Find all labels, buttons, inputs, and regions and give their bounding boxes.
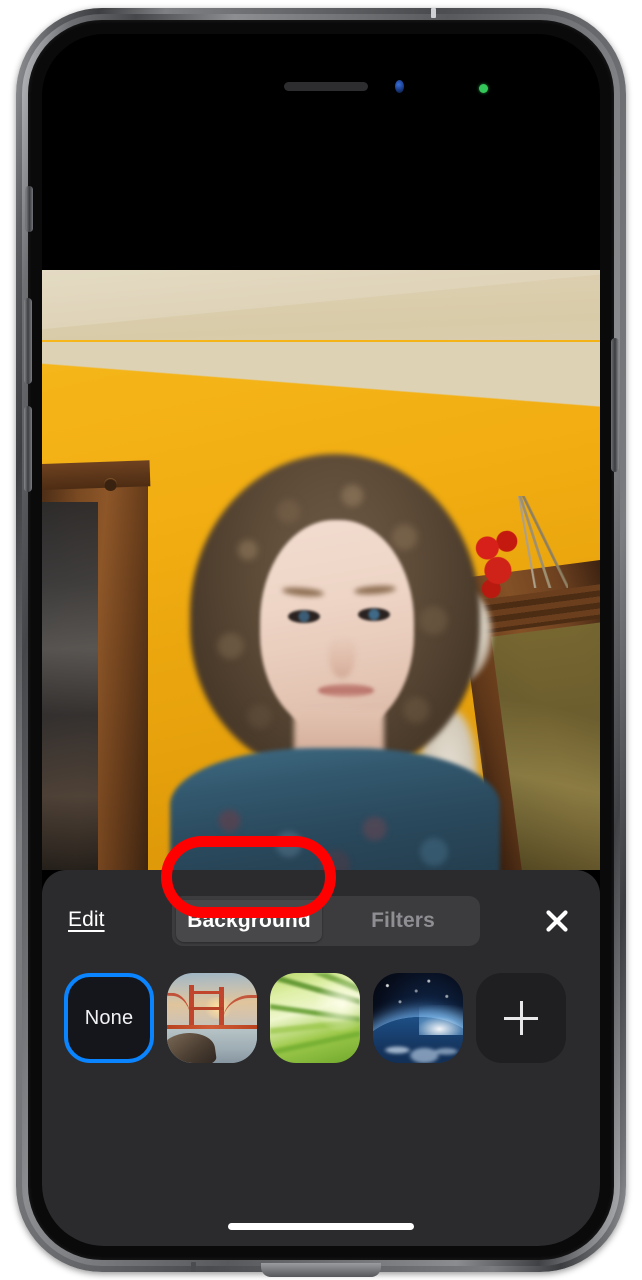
close-x-icon: [546, 910, 568, 932]
edit-button[interactable]: Edit: [68, 908, 105, 932]
tab-filters[interactable]: Filters: [330, 900, 476, 942]
plus-icon: [504, 1001, 538, 1035]
front-camera-icon: [390, 77, 409, 96]
close-button[interactable]: [540, 904, 574, 938]
effects-tab-segmented-control: Background Filters: [172, 896, 480, 946]
person-nose: [329, 636, 355, 678]
earpiece-speaker-icon: [284, 82, 368, 91]
person-eye-right: [358, 608, 390, 621]
earth-clouds: [379, 1031, 463, 1063]
panel-top-row: Edit Background Filters: [42, 892, 600, 950]
person-shirt-pattern: [170, 748, 500, 870]
camera-self-view[interactable]: [42, 270, 600, 870]
phone-frame: Edit Background Filters None: [16, 8, 626, 1277]
antenna-seam-bottom: [191, 1262, 196, 1272]
antenna-seam-top: [431, 8, 436, 18]
background-option-none-label: None: [84, 1006, 134, 1029]
background-option-grass[interactable]: [270, 973, 360, 1063]
person-self-view: [42, 270, 600, 870]
background-option-golden-gate-bridge[interactable]: [167, 973, 257, 1063]
bridge-crossbar-upper: [189, 991, 224, 994]
person-mouth: [318, 684, 374, 697]
notch-area: [42, 34, 600, 112]
bridge-crossbar-lower: [189, 1007, 224, 1010]
volume-up-button[interactable]: [24, 298, 32, 384]
effects-control-panel: Edit Background Filters None: [42, 870, 600, 1246]
background-option-none[interactable]: None: [64, 973, 154, 1063]
phone-screen: Edit Background Filters None: [42, 34, 600, 1246]
power-button[interactable]: [611, 338, 619, 472]
volume-down-button[interactable]: [24, 406, 32, 492]
camera-in-use-indicator-icon: [479, 84, 488, 93]
earth-sun-flare: [419, 1005, 463, 1035]
background-thumbnail-row: None: [42, 966, 600, 1070]
bridge-cable-left: [167, 992, 192, 1028]
person-eye-left: [288, 610, 320, 623]
phone-bottom-connector: [261, 1263, 381, 1277]
home-indicator[interactable]: [228, 1223, 414, 1230]
person-face: [260, 520, 414, 732]
grass-sunlight-glow: [314, 977, 360, 1033]
mute-switch[interactable]: [26, 186, 33, 232]
tab-background[interactable]: Background: [176, 900, 322, 942]
add-background-button[interactable]: [476, 973, 566, 1063]
screenshot-root: Edit Background Filters None: [0, 0, 642, 1280]
background-option-earth[interactable]: [373, 973, 463, 1063]
